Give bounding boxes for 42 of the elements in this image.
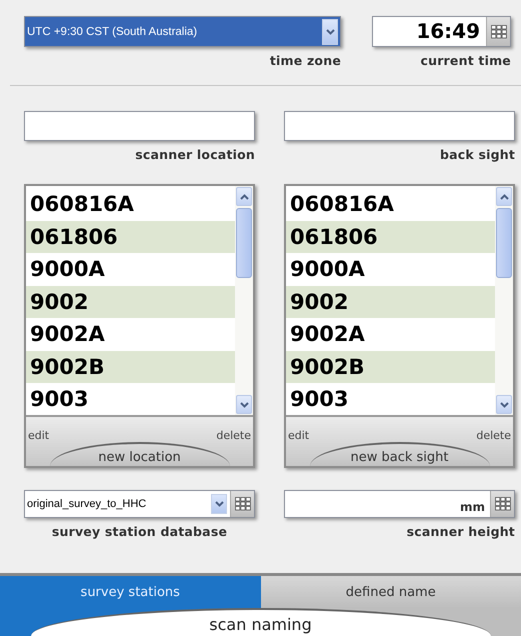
- field-label: scanner location: [135, 147, 255, 162]
- edit-button[interactable]: edit: [288, 429, 310, 442]
- dropdown-arrow-button[interactable]: [322, 18, 338, 44]
- field-label: current time: [420, 53, 511, 68]
- screen-title: scan naming: [30, 608, 490, 636]
- scroll-thumb[interactable]: [236, 208, 252, 278]
- chevron-down-icon: [500, 402, 508, 408]
- field-label: scanner height: [406, 524, 515, 539]
- field-label: time zone: [270, 53, 341, 68]
- scroll-down-button[interactable]: [496, 395, 512, 414]
- field-label: back sight: [440, 147, 515, 162]
- chevron-down-icon: [240, 402, 248, 408]
- input-field[interactable]: [24, 111, 255, 141]
- scrollbar[interactable]: [495, 186, 513, 415]
- list-item[interactable]: 061806: [286, 220, 495, 253]
- chevron-up-icon: [240, 194, 248, 200]
- input-field[interactable]: [284, 111, 515, 141]
- list-item[interactable]: 9002: [26, 286, 235, 318]
- scroll-thumb[interactable]: [496, 208, 512, 278]
- list-item[interactable]: 9002B: [286, 350, 495, 383]
- tab[interactable]: survey stations: [0, 576, 260, 608]
- scroll-down-button[interactable]: [236, 395, 252, 414]
- list-item[interactable]: 9002B: [26, 350, 235, 383]
- scrollbar[interactable]: [235, 186, 253, 415]
- add-button[interactable]: new location: [50, 442, 230, 466]
- list-item[interactable]: 9002: [286, 286, 495, 318]
- grid-icon: [234, 497, 250, 511]
- dropdown-arrow-button[interactable]: [211, 494, 227, 514]
- field-label: survey station database: [52, 524, 228, 539]
- delete-button[interactable]: delete: [476, 429, 511, 442]
- list-item[interactable]: 061806: [26, 220, 235, 253]
- chevron-up-icon: [500, 194, 508, 200]
- tab[interactable]: defined name: [260, 576, 521, 608]
- scroll-up-button[interactable]: [236, 187, 252, 206]
- chevron-down-icon: [326, 28, 334, 34]
- time-zone-dropdown[interactable]: UTC +9:30 CST (South Australia): [24, 16, 341, 47]
- add-button[interactable]: new back sight: [310, 442, 490, 466]
- keypad-button[interactable]: [230, 491, 254, 517]
- scroll-up-button[interactable]: [496, 187, 512, 206]
- edit-button[interactable]: edit: [28, 429, 50, 442]
- delete-button[interactable]: delete: [216, 429, 251, 442]
- chevron-down-icon: [214, 501, 224, 507]
